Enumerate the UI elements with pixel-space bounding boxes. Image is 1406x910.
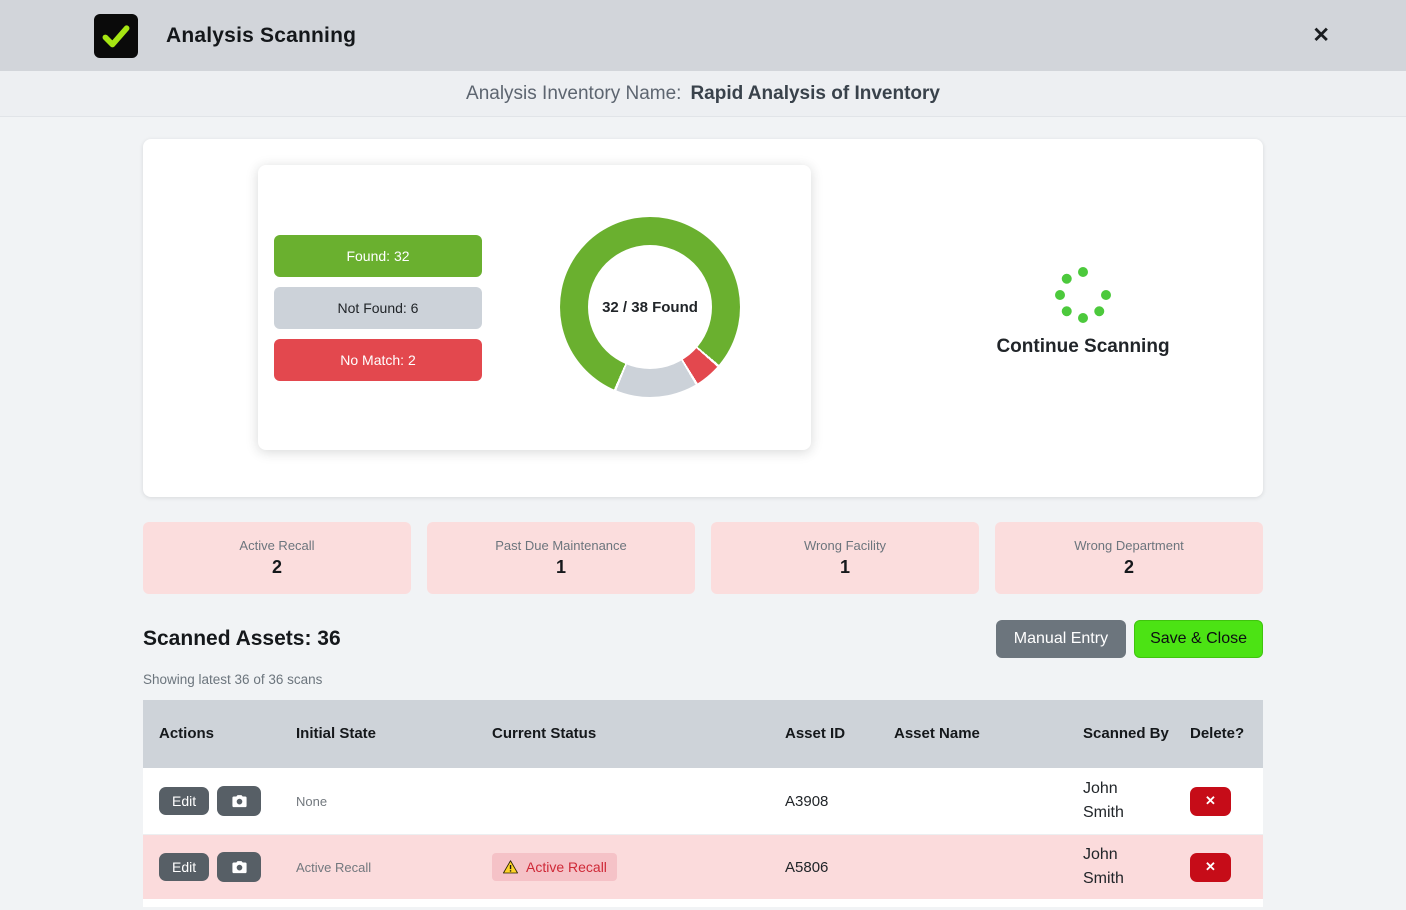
assets-actions: Manual Entry Save & Close: [996, 620, 1263, 658]
scanned-assets-bar: Scanned Assets: 36 Manual Entry Save & C…: [143, 620, 1263, 658]
warning-icon: [502, 859, 519, 875]
stat-card-value: 2: [1124, 557, 1134, 578]
continue-scanning-button[interactable]: Continue Scanning: [953, 336, 1213, 358]
manual-entry-button[interactable]: Manual Entry: [996, 620, 1126, 658]
scanned-by-cell: John Smith: [1067, 835, 1174, 899]
delete-button[interactable]: ✕: [1190, 787, 1231, 816]
stat-card-wrong-department: Wrong Department 2: [995, 522, 1263, 594]
delete-x-icon: ✕: [1205, 793, 1216, 809]
donut-center-label: 32 / 38 Found: [588, 245, 712, 369]
asset-id-cell: A5806: [769, 835, 878, 899]
badge-label: Active Recall: [526, 859, 607, 875]
stat-card-label: Active Recall: [239, 538, 314, 553]
edit-button[interactable]: Edit: [159, 853, 209, 881]
showing-scans-text: Showing latest 36 of 36 scans: [143, 672, 1263, 687]
delete-button[interactable]: ✕: [1190, 853, 1231, 882]
camera-icon: [231, 859, 248, 876]
stat-card-active-recall: Active Recall 2: [143, 522, 411, 594]
inventory-name-bar: Analysis Inventory Name: Rapid Analysis …: [0, 71, 1406, 117]
asset-id-cell: A3908: [769, 768, 878, 834]
column-header-current-status: Current Status: [476, 700, 769, 768]
spinner-icon: [1055, 267, 1111, 323]
stat-card-label: Wrong Department: [1074, 538, 1184, 553]
table-row: Edit None A3908 John Smith ✕: [143, 768, 1263, 835]
page-title: Analysis Scanning: [166, 24, 356, 48]
found-count-button[interactable]: Found: 32: [274, 235, 482, 277]
table-row-partial: [143, 899, 1263, 907]
main-content: Found: 32 Not Found: 6 No Match: 2 32 / …: [143, 139, 1263, 907]
checkmark-icon: [99, 19, 133, 53]
close-icon[interactable]: ✕: [1312, 25, 1330, 46]
delete-cell: ✕: [1174, 835, 1263, 899]
initial-state-cell: Active Recall: [280, 835, 476, 899]
stat-card-label: Past Due Maintenance: [495, 538, 627, 553]
inventory-name-value: Rapid Analysis of Inventory: [690, 83, 940, 105]
camera-button[interactable]: [217, 852, 261, 882]
scanned-assets-heading: Scanned Assets: 36: [143, 627, 341, 651]
column-header-initial-state: Initial State: [280, 700, 476, 768]
camera-button[interactable]: [217, 786, 261, 816]
table-header-row: Actions Initial State Current Status Ass…: [143, 700, 1263, 768]
asset-name-cell: [878, 768, 1067, 834]
scanned-by-cell: John Smith: [1067, 768, 1174, 834]
current-status-cell: Active Recall: [476, 835, 769, 899]
stat-card-wrong-facility: Wrong Facility 1: [711, 522, 979, 594]
active-recall-badge: Active Recall: [492, 853, 617, 881]
delete-cell: ✕: [1174, 768, 1263, 834]
delete-x-icon: ✕: [1205, 859, 1216, 875]
table-row-flagged: Edit Active Recall Active Recall: [143, 835, 1263, 899]
camera-icon: [231, 793, 248, 810]
inventory-name-label: Analysis Inventory Name:: [466, 83, 681, 105]
stat-card-value: 2: [272, 557, 282, 578]
stat-card-value: 1: [556, 557, 566, 578]
current-status-cell: [476, 768, 769, 834]
stat-card-label: Wrong Facility: [804, 538, 886, 553]
donut-chart-wrap: 32 / 38 Found: [560, 217, 740, 397]
count-buttons: Found: 32 Not Found: 6 No Match: 2: [274, 235, 482, 381]
column-header-scanned-by: Scanned By: [1067, 700, 1174, 768]
scan-results-panel: Found: 32 Not Found: 6 No Match: 2 32 / …: [258, 165, 811, 450]
continue-scanning-section: Continue Scanning: [953, 267, 1213, 358]
stat-card-value: 1: [840, 557, 850, 578]
column-header-delete: Delete?: [1174, 700, 1263, 768]
titlebar: Analysis Scanning ✕: [0, 0, 1406, 71]
asset-name-cell: [878, 835, 1067, 899]
not-found-count-button[interactable]: Not Found: 6: [274, 287, 482, 329]
save-and-close-button[interactable]: Save & Close: [1134, 620, 1263, 658]
stat-card-past-due-maintenance: Past Due Maintenance 1: [427, 522, 695, 594]
app-check-icon: [94, 14, 138, 58]
column-header-actions: Actions: [143, 700, 280, 768]
no-match-count-button[interactable]: No Match: 2: [274, 339, 482, 381]
column-header-asset-name: Asset Name: [878, 700, 1067, 768]
actions-cell: Edit: [143, 768, 280, 834]
edit-button[interactable]: Edit: [159, 787, 209, 815]
scanned-assets-table: Actions Initial State Current Status Ass…: [143, 700, 1263, 907]
column-header-asset-id: Asset ID: [769, 700, 878, 768]
initial-state-cell: None: [280, 768, 476, 834]
scan-overview-card: Found: 32 Not Found: 6 No Match: 2 32 / …: [143, 139, 1263, 497]
actions-cell: Edit: [143, 835, 280, 899]
alert-stat-cards: Active Recall 2 Past Due Maintenance 1 W…: [143, 522, 1263, 594]
